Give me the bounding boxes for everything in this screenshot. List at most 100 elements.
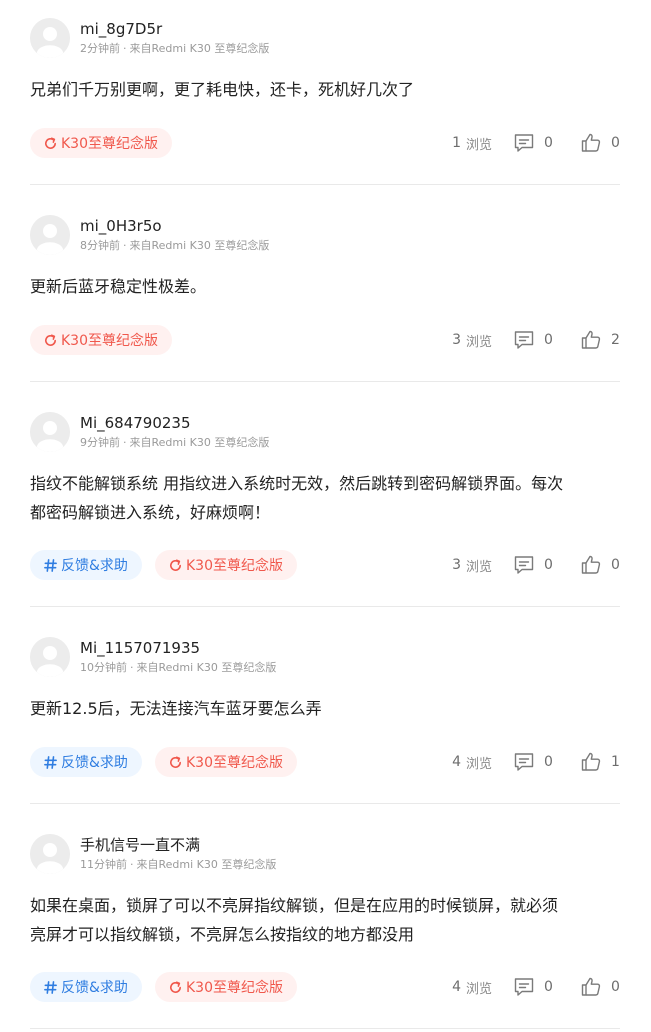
comment-button[interactable]: 0	[513, 972, 553, 1002]
post-content-line: 兄弟们千万别更啊，更了耗电快，还卡，死机好几次了	[30, 80, 415, 99]
device-tag[interactable]: K30至尊纪念版	[155, 550, 297, 580]
like-count: 1	[611, 754, 620, 770]
like-count: 0	[611, 979, 620, 995]
topic-tag[interactable]: 反馈&求助	[30, 747, 142, 777]
post-source: 来自Redmi K30 至尊纪念版	[129, 436, 270, 449]
post-content-line: 更新12.5后，无法连接汽车蓝牙要怎么弄	[30, 699, 322, 718]
post-time: 9分钟前	[80, 436, 120, 449]
post-card[interactable]: mi_8g7D5r 2分钟前 · 来自Redmi K30 至尊纪念版兄弟们千万别更啊，…	[0, 18, 651, 185]
topic-tag[interactable]: 反馈&求助	[30, 972, 142, 1002]
device-tag-label: K30至尊纪念版	[61, 333, 158, 349]
device-tag[interactable]: K30至尊纪念版	[30, 128, 172, 158]
post-actions: K30至尊纪念版 1 浏览 0 0	[0, 128, 651, 158]
view-count-number: 4	[452, 754, 461, 770]
username[interactable]: 手机信号一直不满	[80, 835, 200, 855]
view-count: 4 浏览	[452, 747, 492, 777]
post-content-line: 如果在桌面，锁屏了可以不亮屏指纹解锁，但是在应用的时候锁屏，就必须	[30, 896, 559, 915]
meta-separator: ·	[130, 661, 134, 674]
meta-separator: ·	[123, 239, 127, 252]
post-content-line: 更新后蓝牙稳定性极差。	[30, 277, 207, 296]
avatar[interactable]	[30, 834, 70, 874]
view-count: 3 浏览	[452, 550, 492, 580]
view-count-number: 4	[452, 979, 461, 995]
view-count-label: 浏览	[465, 559, 492, 575]
post-source: 来自Redmi K30 至尊纪念版	[129, 42, 270, 55]
comment-count: 0	[544, 557, 553, 573]
post-content-line: 指纹不能解锁系统 用指纹进入系统时无效，然后跳转到密码解锁界面。每次	[30, 474, 564, 493]
device-tag-label: K30至尊纪念版	[186, 558, 283, 574]
post-content[interactable]: 兄弟们千万别更啊，更了耗电快，还卡，死机好几次了	[30, 75, 625, 104]
comment-button[interactable]: 0	[513, 325, 553, 355]
username[interactable]: mi_8g7D5r	[80, 19, 162, 39]
post-content[interactable]: 更新12.5后，无法连接汽车蓝牙要怎么弄	[30, 694, 625, 723]
meta-separator: ·	[123, 42, 127, 55]
post-divider	[30, 184, 620, 185]
refresh-icon	[167, 979, 183, 995]
like-button[interactable]: 2	[580, 325, 620, 355]
comment-count: 0	[544, 979, 553, 995]
comment-count: 0	[544, 332, 553, 348]
post-card[interactable]: Mi_1157071935 10分钟前 · 来自Redmi K30 至尊纪念版更新12…	[0, 637, 651, 804]
hash-icon	[42, 557, 58, 573]
post-divider	[30, 803, 620, 804]
like-count: 2	[611, 332, 620, 348]
refresh-icon	[42, 135, 58, 151]
refresh-icon	[167, 557, 183, 573]
thumbs-up-icon	[580, 329, 602, 351]
like-count: 0	[611, 557, 620, 573]
username[interactable]: Mi_1157071935	[80, 638, 200, 658]
like-count: 0	[611, 135, 620, 151]
like-button[interactable]: 0	[580, 128, 620, 158]
avatar[interactable]	[30, 412, 70, 452]
post-source: 来自Redmi K30 至尊纪念版	[136, 858, 277, 871]
post-time: 10分钟前	[80, 661, 127, 674]
view-count: 3 浏览	[452, 325, 492, 355]
view-count-number: 3	[452, 332, 461, 348]
device-tag[interactable]: K30至尊纪念版	[155, 972, 297, 1002]
post-content[interactable]: 如果在桌面，锁屏了可以不亮屏指纹解锁，但是在应用的时候锁屏，就必须 亮屏才可以指纹…	[30, 891, 625, 949]
post-feed: mi_8g7D5r 2分钟前 · 来自Redmi K30 至尊纪念版 兄弟们千万别更啊，…	[0, 0, 651, 1032]
topic-tag[interactable]: 反馈&求助	[30, 550, 142, 580]
like-button[interactable]: 1	[580, 747, 620, 777]
username[interactable]: Mi_684790235	[80, 413, 191, 433]
post-content-line: 都密码解锁进入系统，好麻烦啊！	[30, 503, 271, 522]
thumbs-up-icon	[580, 751, 602, 773]
comment-button[interactable]: 0	[513, 747, 553, 777]
username[interactable]: mi_0H3r5o	[80, 216, 162, 236]
post-card[interactable]: Mi_684790235 9分钟前 · 来自Redmi K30 至尊纪念版指纹不能解锁…	[0, 412, 651, 607]
post-card[interactable]: mi_0H3r5o 8分钟前 · 来自Redmi K30 至尊纪念版更新后蓝牙稳定性极…	[0, 215, 651, 382]
post-time: 2分钟前	[80, 42, 120, 55]
post-divider	[30, 1028, 620, 1029]
comment-button[interactable]: 0	[513, 550, 553, 580]
topic-tag-label: 反馈&求助	[61, 980, 128, 996]
device-tag[interactable]: K30至尊纪念版	[155, 747, 297, 777]
post-meta: 9分钟前 · 来自Redmi K30 至尊纪念版	[80, 436, 269, 450]
avatar[interactable]	[30, 637, 70, 677]
like-button[interactable]: 0	[580, 972, 620, 1002]
post-time: 11分钟前	[80, 858, 127, 871]
view-count-label: 浏览	[465, 137, 492, 153]
meta-separator: ·	[123, 436, 127, 449]
avatar[interactable]	[30, 18, 70, 58]
post-source: 来自Redmi K30 至尊纪念版	[136, 661, 277, 674]
post-content-line: 亮屏才可以指纹解锁，不亮屏怎么按指纹的地方都没用	[30, 925, 415, 944]
post-meta: 8分钟前 · 来自Redmi K30 至尊纪念版	[80, 239, 269, 253]
view-count-label: 浏览	[465, 981, 492, 997]
device-tag[interactable]: K30至尊纪念版	[30, 325, 172, 355]
post-card[interactable]: 手机信号一直不满 11分钟前 · 来自Redmi K30 至尊纪念版 如果在桌面，锁屏了…	[0, 834, 651, 1029]
post-source: 来自Redmi K30 至尊纪念版	[129, 239, 270, 252]
view-count: 1 浏览	[452, 128, 492, 158]
comment-button[interactable]: 0	[513, 128, 553, 158]
view-count-label: 浏览	[465, 334, 492, 350]
avatar[interactable]	[30, 215, 70, 255]
post-actions: K30至尊纪念版 3 浏览 0 2	[0, 325, 651, 355]
like-button[interactable]: 0	[580, 550, 620, 580]
comment-icon	[513, 752, 535, 772]
topic-tag-label: 反馈&求助	[61, 558, 128, 574]
post-divider	[30, 381, 620, 382]
hash-icon	[42, 979, 58, 995]
post-content[interactable]: 指纹不能解锁系统 用指纹进入系统时无效，然后跳转到密码解锁界面。每次 都密码解锁进…	[30, 469, 625, 527]
post-content[interactable]: 更新后蓝牙稳定性极差。	[30, 272, 625, 301]
view-count: 4 浏览	[452, 972, 492, 1002]
post-meta: 10分钟前 · 来自Redmi K30 至尊纪念版	[80, 661, 276, 675]
